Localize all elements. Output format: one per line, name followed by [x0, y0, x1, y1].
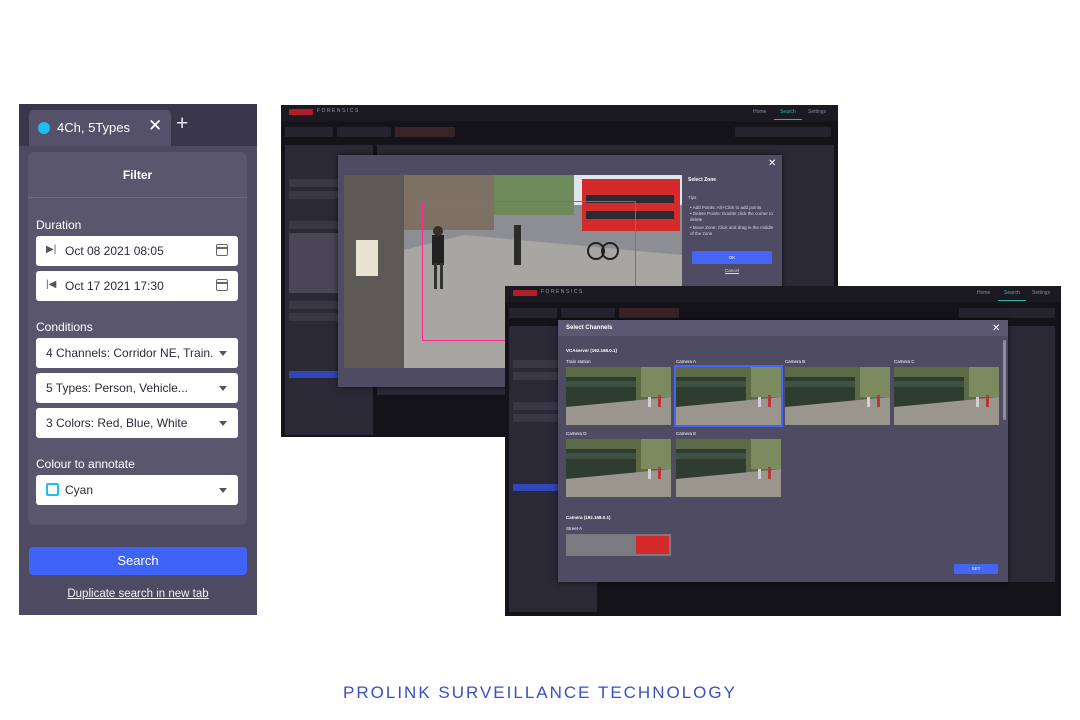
annotate-value: Cyan [65, 483, 94, 497]
annotate-label: Colour to annotate [36, 457, 135, 471]
subtab-active[interactable] [619, 308, 679, 318]
colors-value: 3 Colors: Red, Blue, White [46, 416, 188, 430]
camera-thumbnail[interactable] [785, 367, 890, 425]
camera-label: Camera A [676, 359, 697, 364]
app-topbar: FORENSICS Home Search Settings [505, 286, 1061, 302]
chevron-down-icon [219, 386, 227, 391]
chevron-down-icon [219, 351, 227, 356]
zone-title: Select Zone [688, 177, 717, 183]
filter-header: Filter [28, 152, 247, 198]
camera-label: Camera B [785, 359, 806, 364]
logo [513, 290, 537, 296]
color-swatch [46, 483, 59, 496]
camera-label: Camera E [676, 431, 697, 436]
camera-label: Street A [566, 526, 583, 531]
types-value: 5 Types: Person, Vehicle... [46, 381, 188, 395]
start-date-value: Oct 08 2021 08:05 [65, 244, 164, 258]
train-scene [894, 367, 999, 425]
subtab[interactable] [561, 308, 615, 318]
search-button[interactable]: Search [29, 547, 247, 575]
nav-indicator [774, 119, 802, 120]
camera-thumbnail[interactable] [566, 367, 671, 425]
camera-label: Camera D [566, 431, 587, 436]
train-scene [676, 439, 781, 497]
page-caption: PROLINK SURVEILLANCE TECHNOLOGY [343, 683, 737, 702]
nav-indicator [998, 300, 1026, 301]
add-tab-icon[interactable]: + [176, 113, 188, 134]
page: 4Ch, 5Types ✕ + Filter Duration ▶| Oct 0… [0, 0, 1080, 720]
camera-group-label: Camera (192.168.0.1) [566, 515, 611, 520]
filter-panel: 4Ch, 5Types ✕ + Filter Duration ▶| Oct 0… [19, 104, 257, 615]
nav-home[interactable]: Home [977, 290, 990, 296]
camera-thumbnail[interactable] [894, 367, 999, 425]
subtab[interactable] [285, 127, 333, 137]
train-scene [566, 439, 671, 497]
duplicate-search-link[interactable]: Duplicate search in new tab [19, 588, 257, 600]
cancel-link[interactable]: Cancel [725, 268, 739, 274]
brand-name: FORENSICS [541, 289, 584, 295]
start-date-field[interactable]: ▶| Oct 08 2021 08:05 [36, 236, 238, 266]
tab-color-dot [38, 122, 50, 134]
search-bookmarks[interactable] [735, 127, 831, 137]
close-icon[interactable]: ✕ [992, 323, 1000, 334]
tip-item: • Move Zone: Click and drag in the middl… [690, 225, 774, 236]
camera-thumbnail[interactable] [676, 439, 781, 497]
filter-card: Filter Duration ▶| Oct 08 2021 08:05 |◀ … [28, 152, 247, 525]
chevron-down-icon [219, 421, 227, 426]
nav-search[interactable]: Search [1004, 290, 1020, 296]
subtab-active[interactable] [395, 127, 455, 137]
tips-label: Tips [688, 195, 697, 200]
camera-label: Train station [566, 359, 591, 364]
ok-button[interactable]: OK [692, 251, 772, 264]
select-channels-dialog: Select Channels ✕ VCAserver (192.168.0.1… [558, 320, 1008, 582]
server-group-label: VCAserver (192.168.0.1) [566, 348, 618, 353]
logo [289, 109, 313, 115]
camera-thumbnail[interactable] [566, 439, 671, 497]
app-topbar: FORENSICS Home Search Settings [281, 105, 838, 121]
filter-title: Filter [122, 168, 153, 182]
search-bookmarks[interactable] [959, 308, 1055, 318]
end-date-field[interactable]: |◀ Oct 17 2021 17:30 [36, 271, 238, 301]
close-icon[interactable]: ✕ [148, 117, 162, 134]
skip-start-icon: ▶| [46, 244, 57, 255]
train-scene [676, 367, 781, 425]
dialog-title: Select Channels [566, 325, 613, 331]
types-select[interactable]: 5 Types: Person, Vehicle... [36, 373, 238, 403]
nav-settings[interactable]: Settings [1032, 290, 1050, 296]
channels-value: 4 Channels: Corridor NE, Train... [46, 346, 214, 360]
street-thumbnail[interactable] [566, 534, 671, 556]
train-scene [566, 367, 671, 425]
bus-shape [636, 536, 669, 554]
nav-home[interactable]: Home [753, 109, 766, 115]
skip-back-icon: |◀ [46, 279, 57, 290]
search-tab[interactable]: 4Ch, 5Types ✕ [29, 110, 171, 146]
conditions-label: Conditions [36, 320, 93, 334]
train-scene [785, 367, 890, 425]
duration-label: Duration [36, 218, 82, 232]
dialog-header [558, 320, 1008, 336]
nav-search[interactable]: Search [780, 109, 796, 115]
brand-name: FORENSICS [317, 108, 360, 114]
scrollbar[interactable] [1003, 340, 1006, 420]
search-tabs [281, 127, 838, 137]
set-button[interactable]: SET [954, 564, 998, 574]
tab-bar: 4Ch, 5Types ✕ + [19, 104, 257, 146]
close-icon[interactable]: ✕ [768, 158, 776, 169]
annotate-color-select[interactable]: Cyan [36, 475, 238, 505]
camera-thumbnail-selected[interactable] [674, 365, 783, 427]
calendar-icon[interactable] [216, 244, 228, 256]
nav-settings[interactable]: Settings [808, 109, 826, 115]
subtab[interactable] [509, 308, 557, 318]
search-tabs [505, 308, 1061, 318]
colors-select[interactable]: 3 Colors: Red, Blue, White [36, 408, 238, 438]
camera-label: Camera C [894, 359, 915, 364]
channels-screenshot: FORENSICS Home Search Settings Select Ch… [505, 286, 1061, 616]
channels-select[interactable]: 4 Channels: Corridor NE, Train... [36, 338, 238, 368]
calendar-icon[interactable] [216, 279, 228, 291]
tip-item: • Delete Points: Double click the corner… [690, 211, 773, 222]
tab-label: 4Ch, 5Types [57, 120, 130, 135]
end-date-value: Oct 17 2021 17:30 [65, 279, 164, 293]
subtab[interactable] [337, 127, 391, 137]
chevron-down-icon [219, 488, 227, 493]
